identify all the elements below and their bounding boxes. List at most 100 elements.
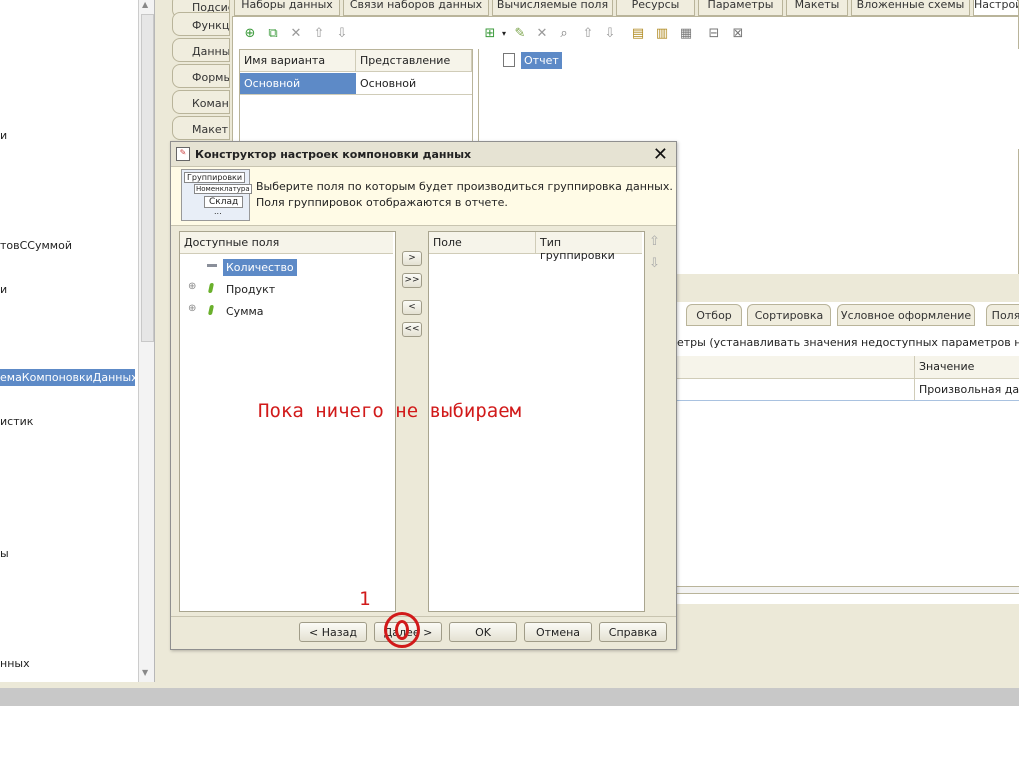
- top-tabs: Наборы данных Связи наборов данных Вычисля…: [230, 0, 1019, 16]
- tab-2[interactable]: Связи наборов данных: [343, 0, 489, 16]
- ungroup-icon[interactable]: ▥: [654, 26, 670, 42]
- tree-item[interactable]: емаКомпоновкиДанных: [0, 369, 138, 386]
- tab-3[interactable]: Вычисляемые поля: [492, 0, 613, 16]
- preview-level-4: ...: [214, 207, 222, 216]
- remove-all-fields-button[interactable]: <<: [402, 322, 422, 337]
- layout-icon[interactable]: ⊠: [730, 26, 746, 42]
- annotation-circle: [384, 612, 420, 648]
- tree-item[interactable]: товССуммой: [0, 239, 72, 252]
- ok-button[interactable]: OK: [449, 622, 517, 642]
- vertical-tab[interactable]: Команды: [172, 90, 230, 114]
- scrollbar-thumb[interactable]: [141, 14, 154, 342]
- preview-level-1: Группировки: [184, 172, 246, 183]
- move-down-icon[interactable]: ⇩: [602, 26, 618, 42]
- available-fields-header: Доступные поля: [180, 232, 393, 254]
- add-all-fields-button[interactable]: >>: [402, 273, 422, 288]
- splitter[interactable]: [154, 0, 162, 682]
- settings-tab[interactable]: Условное оформление: [837, 304, 975, 326]
- settings-lower-panel: Отбор Сортировка Условное оформление Поля е…: [677, 274, 1019, 604]
- move-down-icon[interactable]: ⇩: [334, 26, 350, 42]
- close-icon[interactable]: ✕: [653, 144, 668, 165]
- tab-1[interactable]: Наборы данных: [234, 0, 340, 16]
- vertical-tab[interactable]: Данные: [172, 38, 230, 62]
- add-icon[interactable]: ⊕: [242, 26, 258, 42]
- structure-tree: Отчет: [478, 49, 1019, 149]
- horizontal-scrollbar[interactable]: [677, 586, 1019, 594]
- variant-name-cell[interactable]: Основной: [240, 73, 356, 95]
- variant-presentation-cell[interactable]: Основной: [356, 73, 472, 95]
- column-header-field[interactable]: Поле: [429, 232, 536, 254]
- find-icon[interactable]: ⌕: [556, 26, 572, 42]
- tree-item[interactable]: и: [0, 283, 7, 296]
- dialog-header: Группировки Номенклатура Склад ... Выбер…: [171, 167, 676, 226]
- settings-tab[interactable]: Отбор: [686, 304, 742, 326]
- delete-icon[interactable]: ✕: [288, 26, 304, 42]
- field-label: Продукт: [226, 283, 276, 296]
- move-down-icon[interactable]: ⇩: [649, 256, 660, 271]
- structure-toolbar: ⊞ ▾ ✎ ✕ ⌕ ⇧ ⇩ ▤ ▥ ▦ ⊟ ⊠: [482, 26, 752, 44]
- tree-item[interactable]: ы: [0, 547, 9, 560]
- annotation-text: Пока ничего не выбираем: [258, 400, 522, 422]
- edit-icon[interactable]: ✎: [512, 26, 528, 42]
- status-strip: [0, 688, 1019, 706]
- preview-level-3: Склад: [204, 196, 244, 208]
- tab-4[interactable]: Ресурсы: [616, 0, 695, 16]
- tree-item[interactable]: истик: [0, 415, 33, 428]
- scroll-down-icon[interactable]: ▼: [142, 668, 148, 677]
- column-header-value[interactable]: Значение: [914, 356, 1019, 378]
- field-group-icon: [207, 283, 215, 293]
- move-up-icon[interactable]: ⇧: [580, 26, 596, 42]
- field-group-icon: [207, 305, 215, 315]
- tab-5[interactable]: Параметры: [698, 0, 783, 16]
- settings-wizard-dialog: ✎ Конструктор настроек компоновки данных…: [170, 141, 677, 650]
- annotation-step-number: 1: [359, 588, 371, 610]
- left-scrollbar[interactable]: ▲ ▼: [138, 0, 154, 682]
- dialog-description-1: Выберите поля по которым будет производи…: [256, 180, 673, 193]
- preview-level-2: Номенклатура: [194, 184, 252, 194]
- tab-6[interactable]: Макеты: [786, 0, 848, 16]
- cancel-button[interactable]: Отмена: [524, 622, 592, 642]
- dialog-title-bar: ✎ Конструктор настроек компоновки данных…: [171, 142, 676, 167]
- wizard-icon: ✎: [176, 147, 190, 161]
- dropdown-arrow-icon[interactable]: ▾: [496, 26, 512, 42]
- wizard-icon[interactable]: ⊟: [706, 26, 722, 42]
- back-button[interactable]: < Назад: [299, 622, 367, 642]
- settings-icon[interactable]: ▦: [678, 26, 694, 42]
- delete-icon[interactable]: ✕: [534, 26, 550, 42]
- tree-item[interactable]: и: [0, 129, 7, 142]
- available-field-row[interactable]: ⊕ Продукт: [188, 281, 388, 301]
- copy-icon[interactable]: ⧉: [265, 26, 281, 42]
- tab-7[interactable]: Вложенные схемы: [851, 0, 970, 16]
- settings-hint: етры (устанавливать значения недоступных…: [677, 336, 1019, 349]
- dialog-description-2: Поля группировок отображаются в отчете.: [256, 196, 508, 209]
- column-header-variant-name[interactable]: Имя варианта: [240, 50, 356, 72]
- tree-item[interactable]: нных: [0, 657, 30, 670]
- param-value-cell[interactable]: Произвольная дата: [914, 378, 1019, 400]
- field-label: Количество: [223, 259, 297, 276]
- help-button[interactable]: Справка: [599, 622, 667, 642]
- vertical-tab[interactable]: Функции: [172, 12, 230, 36]
- vertical-tab[interactable]: Формы: [172, 64, 230, 88]
- field-label: Сумма: [226, 305, 264, 318]
- remove-field-button[interactable]: <: [402, 300, 422, 315]
- move-up-icon[interactable]: ⇧: [649, 234, 660, 249]
- add-field-button[interactable]: >: [402, 251, 422, 266]
- left-tree-panel: и товССуммой и емаКомпоновкиДанных истик ы нны…: [0, 0, 138, 682]
- column-header-grouping-type[interactable]: Тип группировки: [536, 232, 642, 262]
- move-up-icon[interactable]: ⇧: [311, 26, 327, 42]
- column-header-presentation[interactable]: Представление: [356, 50, 472, 72]
- structure-root-item[interactable]: Отчет: [521, 52, 562, 69]
- available-field-row[interactable]: Количество: [188, 259, 388, 279]
- scroll-up-icon[interactable]: ▲: [142, 0, 148, 9]
- settings-tab[interactable]: Поля: [986, 304, 1019, 326]
- available-field-row[interactable]: ⊕ Сумма: [188, 303, 388, 323]
- field-icon: [207, 264, 217, 267]
- vertical-tab[interactable]: Макеты: [172, 116, 230, 140]
- grouping-preview-image: Группировки Номенклатура Склад ...: [181, 169, 252, 221]
- expand-icon[interactable]: ⊕: [188, 281, 196, 292]
- tab-8[interactable]: Настройки: [973, 0, 1019, 16]
- expand-icon[interactable]: ⊕: [188, 303, 196, 314]
- settings-tab[interactable]: Сортировка: [747, 304, 831, 326]
- group-icon[interactable]: ▤: [630, 26, 646, 42]
- report-icon: [503, 53, 515, 67]
